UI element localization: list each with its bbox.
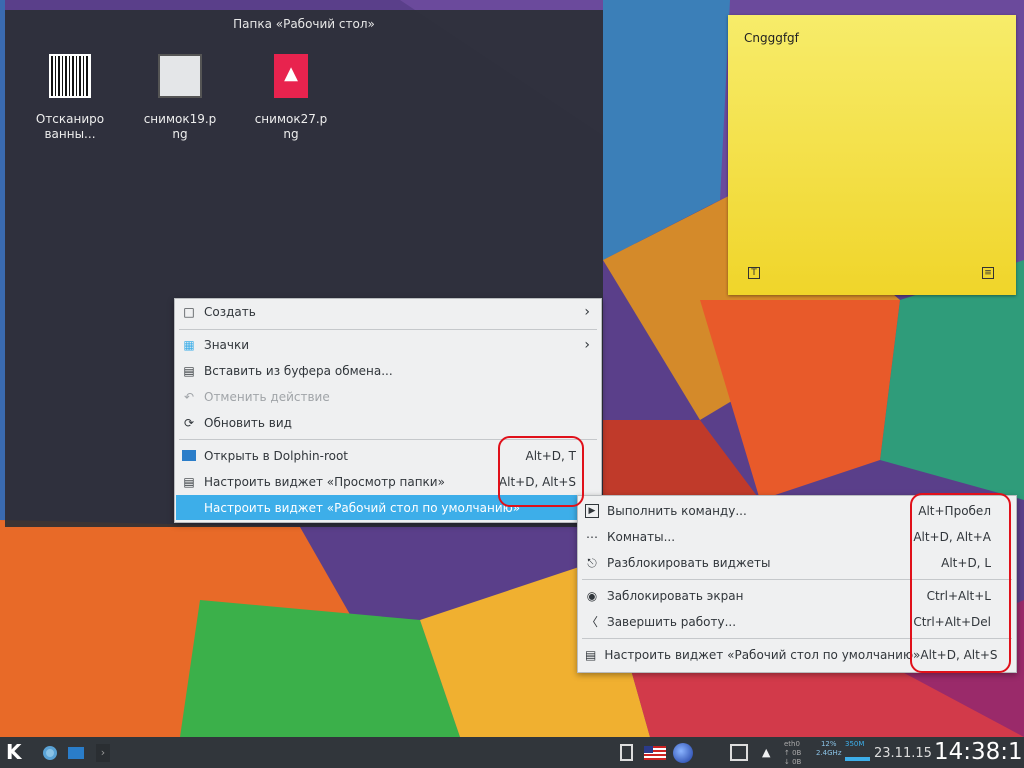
memory-widget: 350M [845, 740, 870, 761]
menu-item-refresh[interactable]: ⟳ Обновить вид [176, 410, 600, 435]
image-file-icon: ▲ [274, 54, 308, 98]
menu-item-create[interactable]: □ Создать › [176, 299, 600, 324]
annotation-highlight [498, 436, 584, 507]
taskbar-panel: K › ▲ eth0 ↑ 0B ↓ 0B 12% 2.4GHz 350M 23.… [0, 737, 1024, 768]
file-label: ванны... [44, 127, 96, 141]
unlock-icon: ⎋ [587, 555, 597, 570]
menu-label: Завершить работу... [607, 614, 737, 629]
refresh-icon: ⟳ [183, 415, 195, 430]
blank-icon-slot [182, 501, 196, 515]
note-text[interactable]: Cngggfgf [744, 31, 799, 45]
file-label: снимок27.p [254, 112, 328, 126]
folder-icon[interactable] [68, 747, 84, 759]
network-globe-icon[interactable] [673, 743, 693, 763]
file-label: ng [172, 127, 188, 141]
chevron-right-icon: › [584, 336, 590, 353]
screenshot-thumbnail-icon [158, 54, 202, 98]
separator [179, 329, 597, 330]
file-label: Отсканиро [35, 112, 105, 126]
desktop-file-snimok27[interactable]: ▲ снимок27.p ng [246, 54, 336, 142]
menu-item-icons[interactable]: ▦ Значки › [176, 332, 600, 357]
menu-item-paste[interactable]: ▤ Вставить из буфера обмена... [176, 358, 600, 383]
folder-title: Папка «Рабочий стол» [233, 17, 375, 31]
barcode-image-icon [49, 54, 91, 98]
text-format-icon[interactable]: T [748, 267, 760, 279]
menu-label: Комнаты... [607, 529, 676, 544]
menu-label: Выполнить команду... [607, 503, 747, 518]
terminal-icon[interactable]: › [96, 744, 110, 762]
new-document-icon: □ [183, 304, 195, 319]
memory-bar [845, 757, 870, 761]
network-speed-widget: eth0 ↑ 0B ↓ 0B [784, 740, 802, 766]
note-configure-icon[interactable]: ≡ [982, 267, 994, 279]
menu-label: Настроить виджет «Просмотр папки» [204, 474, 445, 489]
menu-label: Отменить действие [204, 389, 330, 404]
desktop-file-scanned[interactable]: Отсканиро ванны... [25, 54, 115, 142]
menu-label: Создать [204, 304, 256, 319]
clipboard-icon[interactable] [620, 744, 633, 761]
icons-view-icon: ▦ [183, 337, 195, 352]
menu-label: Открыть в Dolphin-root [204, 448, 349, 463]
file-label: ng [283, 127, 299, 141]
cpu-percent: 12% [820, 740, 837, 748]
network-monitor-icon[interactable] [730, 744, 748, 761]
desktop-file-snimok19[interactable]: снимок19.p ng [135, 54, 225, 142]
clipboard-icon: ▤ [183, 363, 195, 378]
cpu-widget: 12% 2.4GHz [816, 740, 842, 758]
sticky-note-widget[interactable]: Cngggfgf T ≡ [728, 15, 1016, 295]
activities-icon: ⋯ [586, 529, 598, 544]
browser-icon[interactable] [43, 746, 57, 760]
net-interface-label: eth0 [784, 740, 800, 748]
memory-used: 350M [845, 740, 865, 748]
menu-label: Обновить вид [204, 415, 292, 430]
menu-label: Настроить виджет «Рабочий стол по умолча… [604, 647, 921, 662]
us-flag-keyboard-layout-icon[interactable] [644, 746, 666, 760]
undo-icon: ↶ [183, 389, 195, 404]
configure-icon: ▤ [585, 647, 597, 662]
expand-tray-arrow-icon[interactable]: ▲ [762, 746, 770, 759]
clock[interactable]: 14:38:12 [934, 739, 1024, 765]
menu-label: Значки [204, 337, 250, 352]
logout-icon: 〈 [585, 614, 598, 629]
chevron-right-icon: › [584, 303, 590, 320]
cpu-frequency: 2.4GHz [816, 749, 842, 757]
lock-screen-icon: ◉ [586, 588, 598, 603]
folder-icon [182, 450, 196, 461]
menu-label: Вставить из буфера обмена... [204, 363, 393, 378]
net-up: 0B [792, 749, 802, 757]
run-command-icon: ▶ [585, 503, 599, 518]
kde-launcher-icon[interactable]: K [6, 740, 22, 764]
file-label: снимок19.p [143, 112, 217, 126]
date-label[interactable]: 23.11.15 [874, 746, 932, 761]
annotation-highlight [910, 493, 1011, 673]
configure-icon: ▤ [183, 474, 195, 489]
menu-label: Заблокировать экран [607, 588, 744, 603]
net-down: 0B [792, 758, 802, 766]
menu-label: Разблокировать виджеты [607, 555, 771, 570]
menu-item-undo: ↶ Отменить действие [176, 384, 600, 409]
